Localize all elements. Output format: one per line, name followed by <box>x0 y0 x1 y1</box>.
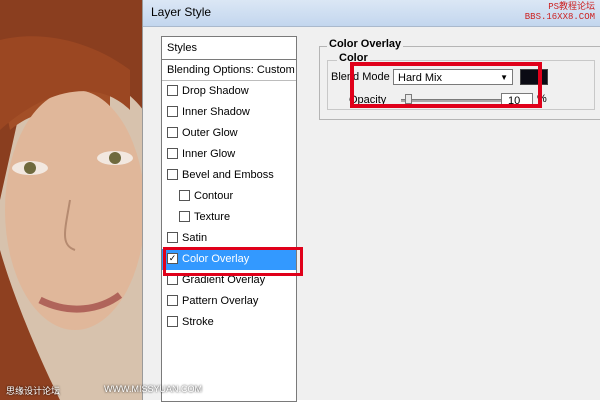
style-item-label: Bevel and Emboss <box>182 169 274 181</box>
style-item-inner-glow[interactable]: Inner Glow <box>162 144 296 165</box>
style-item-drop-shadow[interactable]: Drop Shadow <box>162 81 296 102</box>
portrait-photo <box>0 0 150 400</box>
portrait-image <box>0 0 150 400</box>
checkbox[interactable] <box>179 211 190 222</box>
checkbox[interactable] <box>179 190 190 201</box>
style-item-label: Outer Glow <box>182 127 238 139</box>
checkbox[interactable] <box>167 148 178 159</box>
checkbox[interactable] <box>167 232 178 243</box>
checkbox[interactable] <box>167 127 178 138</box>
dialog-title: Layer Style <box>151 5 211 19</box>
checkbox[interactable] <box>167 169 178 180</box>
styles-header[interactable]: Styles <box>162 37 296 60</box>
style-item-label: Satin <box>182 232 207 244</box>
style-item-label: Texture <box>194 211 230 223</box>
styles-list: Styles Blending Options: Custom Drop Sha… <box>161 36 297 402</box>
highlight-blend-options <box>350 62 542 108</box>
checkbox[interactable] <box>167 106 178 117</box>
style-item-label: Stroke <box>182 316 214 328</box>
style-item-bevel-and-emboss[interactable]: Bevel and Emboss <box>162 165 296 186</box>
color-overlay-title: Color Overlay <box>327 38 403 50</box>
style-item-label: Drop Shadow <box>182 85 249 97</box>
checkbox[interactable] <box>167 85 178 96</box>
style-item-stroke[interactable]: Stroke <box>162 312 296 333</box>
style-item-pattern-overlay[interactable]: Pattern Overlay <box>162 291 296 312</box>
watermark-bottom: 思缘设计论坛 <box>6 384 60 397</box>
style-item-label: Pattern Overlay <box>182 295 258 307</box>
checkbox[interactable] <box>167 316 178 327</box>
style-item-inner-shadow[interactable]: Inner Shadow <box>162 102 296 123</box>
blending-options-item[interactable]: Blending Options: Custom <box>162 60 296 81</box>
highlight-color-overlay <box>163 247 303 276</box>
style-item-outer-glow[interactable]: Outer Glow <box>162 123 296 144</box>
watermark-top: PS教程论坛 BBS.16XX8.COM <box>525 2 595 22</box>
watermark-bottom-url: WWW.MISSYUAN.COM <box>104 384 202 394</box>
style-item-label: Inner Glow <box>182 148 235 160</box>
style-item-contour[interactable]: Contour <box>162 186 296 207</box>
checkbox[interactable] <box>167 295 178 306</box>
layer-style-dialog: Layer Style PS教程论坛 BBS.16XX8.COM Styles … <box>142 0 600 400</box>
style-item-satin[interactable]: Satin <box>162 228 296 249</box>
dialog-titlebar: Layer Style PS教程论坛 BBS.16XX8.COM <box>143 0 600 27</box>
style-item-label: Inner Shadow <box>182 106 250 118</box>
style-item-texture[interactable]: Texture <box>162 207 296 228</box>
style-item-label: Contour <box>194 190 233 202</box>
